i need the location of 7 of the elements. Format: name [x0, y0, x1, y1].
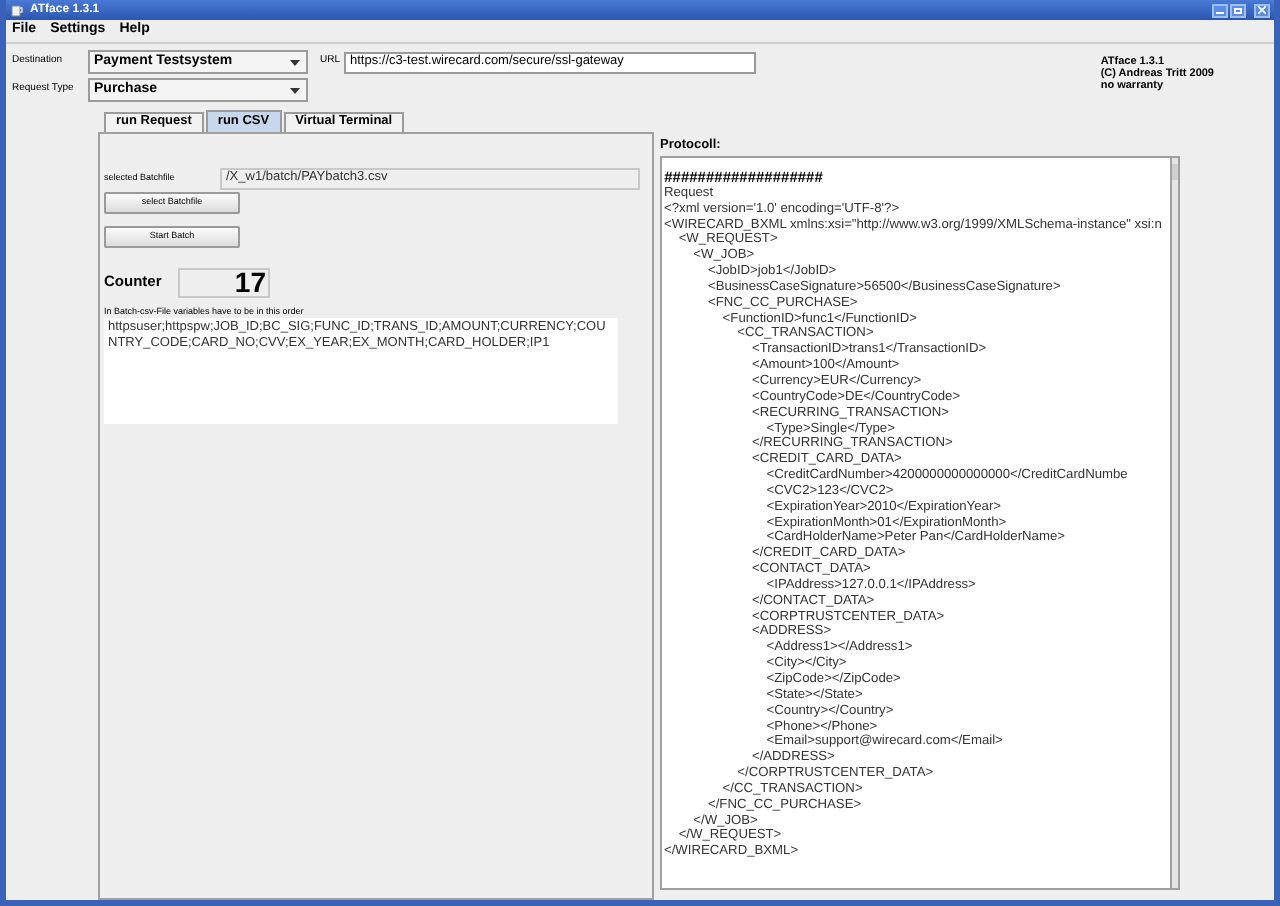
maximize-button[interactable]: [1230, 3, 1246, 17]
scrollbar[interactable]: [1172, 156, 1180, 890]
close-button[interactable]: [1254, 3, 1270, 17]
dropdown-arrow-icon: [290, 87, 300, 93]
dropdown-arrow-icon: [290, 59, 300, 65]
minimize-button[interactable]: [1212, 3, 1228, 17]
counter-field: 17: [178, 267, 270, 297]
